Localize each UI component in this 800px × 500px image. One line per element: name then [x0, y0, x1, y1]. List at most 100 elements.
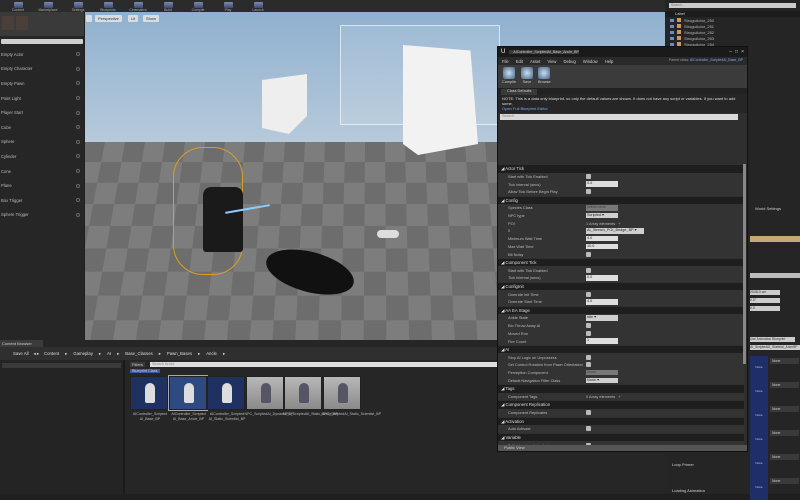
menu-help[interactable]: Help [605, 59, 614, 64]
place-item[interactable]: Empty Character [0, 62, 84, 77]
checkbox[interactable] [586, 330, 591, 336]
number-input[interactable]: 10.0 [586, 243, 618, 250]
asset-tile[interactable]: AIController_Scripted AI_Base_BP [130, 376, 168, 421]
scrollbar[interactable] [743, 164, 746, 364]
number-input[interactable]: 0.0 [586, 275, 618, 281]
anim-class-field[interactable]: AI_ScriptedAI_Skeletal_AnimBP [750, 345, 800, 350]
place-tabs[interactable] [0, 12, 84, 36]
perspective-button[interactable]: Perspective [95, 15, 122, 22]
filters-button[interactable]: Filters [130, 362, 145, 367]
dropdown[interactable]: AI_Stretch_POI_Bridge_BP ▾ [586, 228, 644, 234]
place-item[interactable]: Sphere [0, 135, 84, 150]
menu-edit[interactable]: Edit [516, 59, 523, 64]
dropdown[interactable]: Idle ▾ [586, 315, 618, 321]
dropdown[interactable]: None ▾ [586, 377, 618, 384]
breadcrumb-item[interactable]: Base_Classes [125, 351, 152, 357]
visibility-eye-icon[interactable] [670, 18, 674, 22]
class-defaults-tab[interactable]: Class Defaults [501, 89, 538, 95]
place-item[interactable]: Plane [0, 178, 84, 193]
asset-slot-field[interactable]: None [770, 382, 799, 388]
asset-slot-field[interactable]: None [770, 406, 799, 412]
checkbox[interactable] [586, 354, 591, 360]
checkbox[interactable] [586, 410, 591, 416]
place-item[interactable]: Point Light [0, 91, 84, 106]
detail-field[interactable] [750, 273, 800, 278]
save-button[interactable]: Save [520, 67, 533, 86]
compile-button[interactable]: Compile [502, 67, 516, 86]
breadcrumb-item[interactable]: Gameplay [73, 351, 93, 357]
checkbox[interactable] [586, 189, 591, 195]
outliner-search-input[interactable]: Search... [669, 3, 796, 8]
section-header[interactable]: ◢ Actor Tick [498, 165, 744, 173]
toolbar-button-marketplace[interactable]: Marketplace [34, 0, 62, 12]
viewport-options-button[interactable] [86, 15, 92, 22]
animation-thumbnail[interactable]: None [750, 452, 768, 476]
visibility-eye-icon[interactable] [670, 24, 674, 28]
visibility-eye-icon[interactable] [670, 36, 674, 40]
close-button[interactable]: × [741, 49, 744, 55]
dropdown[interactable]: Scripted ▾ [586, 212, 618, 219]
menu-asset[interactable]: Asset [530, 59, 540, 64]
blueprint-tab[interactable]: AIController_ScriptedAI_Base_Ancle_BP [509, 50, 580, 54]
world-settings-button[interactable]: World Settings [755, 206, 781, 211]
save-all-button[interactable]: Save All [13, 351, 29, 356]
checkbox[interactable] [586, 426, 591, 432]
section-header[interactable]: ◢ Config [498, 196, 744, 205]
add-element-icon[interactable]: + [618, 221, 620, 226]
place-item[interactable]: Empty Pawn [0, 76, 84, 91]
checkbox[interactable] [586, 323, 591, 329]
history-arrows[interactable]: ◂ ▸ [34, 351, 40, 357]
asset-tile[interactable]: NPC_ScriptedAI_Static_Ancle_BP [283, 376, 338, 416]
tab-icon[interactable] [16, 16, 28, 30]
checkbox[interactable] [586, 173, 591, 179]
number-input[interactable]: 4.0 [586, 299, 618, 305]
show-button[interactable]: Show [143, 15, 160, 22]
minimize-button[interactable]: – [729, 49, 732, 55]
public-view-toggle[interactable]: Public View [498, 445, 747, 451]
npc-marker[interactable] [377, 230, 399, 238]
tab-icon[interactable] [2, 16, 14, 30]
animation-thumbnail[interactable]: None [750, 404, 768, 428]
details-search-input[interactable]: Search [500, 114, 738, 120]
asset-tile[interactable]: AIController_Scripted AI_Static_Scientis… [207, 376, 245, 421]
asset-slot-field[interactable]: None [770, 430, 799, 436]
character[interactable] [203, 187, 243, 252]
asset-tile[interactable]: AIController_Scripted AI_Base_Ancle_BP [167, 375, 208, 421]
maximize-button[interactable]: □ [735, 49, 738, 55]
lit-button[interactable]: Lit [128, 15, 139, 22]
parent-class-link[interactable]: AIController_ScriptedAI_Base_BP [690, 58, 743, 62]
checkbox[interactable] [586, 251, 591, 257]
section-header[interactable]: ◢ Tags [498, 385, 744, 393]
toolbar-button-play[interactable]: Play [214, 0, 242, 12]
place-item[interactable]: Box Trigger [0, 193, 84, 208]
asset-tile[interactable]: NPC_ScriptedAI_Static_Scientist_BP [322, 376, 381, 416]
open-full-editor-link[interactable]: Open Full Blueprint Editor [502, 106, 743, 111]
visibility-eye-icon[interactable] [670, 30, 674, 34]
breadcrumb-item[interactable]: Pawn_Bases [167, 351, 192, 357]
number-input[interactable]: 0.0 [586, 181, 618, 187]
menu-view[interactable]: View [547, 59, 556, 64]
toolbar-button-content[interactable]: Content [4, 0, 32, 12]
browse-button[interactable]: Browse [538, 67, 551, 86]
animation-thumbnail[interactable]: None [750, 476, 768, 500]
filter-chip[interactable]: Blueprint Class [130, 369, 160, 373]
animation-thumbnail[interactable]: None [750, 380, 768, 404]
animation-thumbnail[interactable]: None [750, 356, 768, 380]
section-header[interactable]: ◢ AI [498, 345, 744, 354]
place-item[interactable]: Sphere Trigger [0, 208, 84, 223]
checkbox[interactable] [586, 362, 591, 368]
asset-slot-field[interactable]: None [770, 478, 799, 484]
add-element-icon[interactable]: + [618, 394, 620, 399]
content-browser-tab[interactable]: Content Browser [0, 340, 43, 347]
sources-search[interactable] [2, 363, 121, 368]
place-item[interactable]: Player Start [0, 105, 84, 120]
detail-field[interactable]: 2048.0 cm [750, 290, 780, 295]
section-header[interactable]: ◢ Component Replication [498, 401, 744, 409]
breadcrumb-item[interactable]: Content [44, 351, 59, 357]
checkbox[interactable] [586, 291, 591, 297]
toolbar-button-cinematics[interactable]: Cinematics [124, 0, 152, 12]
toolbar-button-build[interactable]: Build [154, 0, 182, 12]
place-item[interactable]: Cone [0, 164, 84, 179]
breadcrumb-item[interactable]: Ancle [206, 351, 217, 357]
asset-slot-field[interactable]: None [770, 454, 799, 460]
